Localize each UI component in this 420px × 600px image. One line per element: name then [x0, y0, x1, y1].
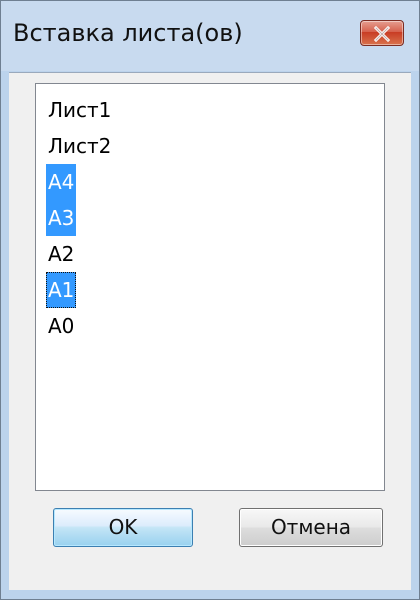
cancel-button[interactable]: Отмена — [239, 508, 383, 547]
dialog-title: Вставка листа(ов) — [13, 19, 243, 47]
title-bar[interactable]: Вставка листа(ов) — [1, 1, 419, 71]
list-item[interactable]: A0 — [46, 308, 384, 344]
list-item-label: Лист2 — [48, 134, 112, 158]
list-item[interactable]: A4 — [46, 164, 384, 200]
list-item[interactable]: Лист1 — [46, 92, 384, 128]
list-item[interactable]: Лист2 — [46, 128, 384, 164]
dialog-content: Лист1 Лист2 A4 A3 A2 A1 A0 OK Отмена — [9, 72, 411, 590]
sheet-list-items: Лист1 Лист2 A4 A3 A2 A1 A0 — [46, 92, 384, 344]
list-item-label: A2 — [48, 242, 75, 266]
list-item-label: A3 — [46, 200, 77, 236]
list-item[interactable]: A2 — [46, 236, 384, 272]
close-icon — [373, 25, 391, 43]
list-item[interactable]: A3 — [46, 200, 384, 236]
sheet-listbox[interactable]: Лист1 Лист2 A4 A3 A2 A1 A0 — [35, 83, 385, 491]
list-item-label: A1 — [46, 272, 77, 308]
list-item-label: A0 — [48, 314, 75, 338]
list-item[interactable]: A1 — [46, 272, 384, 308]
ok-button[interactable]: OK — [53, 508, 193, 547]
close-button[interactable] — [360, 20, 404, 46]
list-item-label: Лист1 — [48, 98, 112, 122]
insert-sheets-dialog: Вставка листа(ов) Лист1 Лист2 A4 A3 A2 A… — [0, 0, 420, 600]
list-item-label: A4 — [46, 164, 77, 200]
